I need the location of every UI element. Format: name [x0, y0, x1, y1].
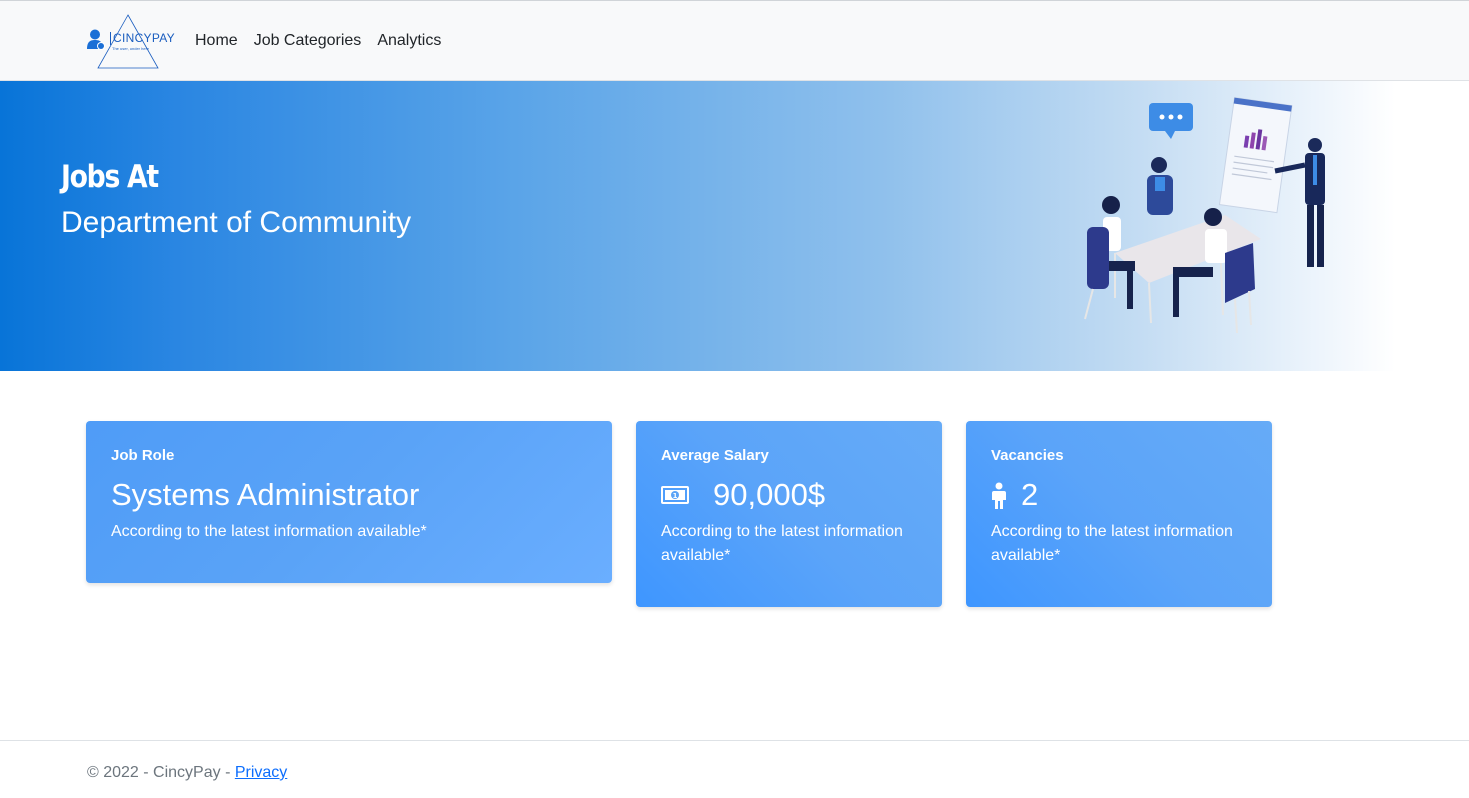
svg-text:1: 1 — [673, 492, 678, 500]
hero-banner: Jobs At Department of Community — [0, 81, 1469, 371]
money-bill-icon: 1 — [661, 486, 689, 504]
nav-links: Home Job Categories Analytics — [195, 31, 457, 51]
job-role-note: According to the latest information avai… — [111, 523, 427, 540]
brand-name: CINCYPAY — [110, 32, 175, 45]
job-role-label: Job Role — [111, 447, 175, 464]
nav-job-categories[interactable]: Job Categories — [254, 31, 362, 51]
salary-note: According to the latest information avai… — [661, 523, 903, 564]
meeting-illustration — [1084, 97, 1325, 334]
vacancies-label: Vacancies — [991, 447, 1064, 464]
job-role-card: Job Role Systems Administrator According… — [86, 421, 612, 583]
person-icon — [992, 482, 1006, 509]
brand-tagline: The user, under here — [112, 46, 150, 51]
vacancies-note: According to the latest information avai… — [991, 523, 1233, 564]
job-role-value: Systems Administrator — [111, 477, 420, 512]
hero-subtitle: Department of Community — [61, 206, 412, 239]
vacancies-value: 2 — [1021, 477, 1039, 512]
copyright-text: © 2022 - CincyPay - — [87, 764, 235, 781]
salary-label: Average Salary — [661, 447, 769, 464]
page-footer: © 2022 - CincyPay - Privacy — [0, 740, 1469, 798]
salary-value: 90,000$ — [713, 477, 826, 512]
hero-title: Jobs At — [61, 159, 159, 195]
user-badge-icon — [87, 29, 105, 50]
average-salary-card: Average Salary 1 90,000$ According to th… — [636, 421, 942, 607]
privacy-link[interactable]: Privacy — [235, 764, 287, 781]
nav-analytics[interactable]: Analytics — [377, 31, 441, 51]
nav-home[interactable]: Home — [195, 31, 238, 51]
brand-logo[interactable]: CINCYPAY The user, under here — [84, 13, 175, 71]
vacancies-card: Vacancies 2 According to the latest info… — [966, 421, 1272, 607]
footer-text: © 2022 - CincyPay - Privacy — [87, 763, 287, 783]
top-navbar: CINCYPAY The user, under here Home Job C… — [0, 0, 1469, 81]
